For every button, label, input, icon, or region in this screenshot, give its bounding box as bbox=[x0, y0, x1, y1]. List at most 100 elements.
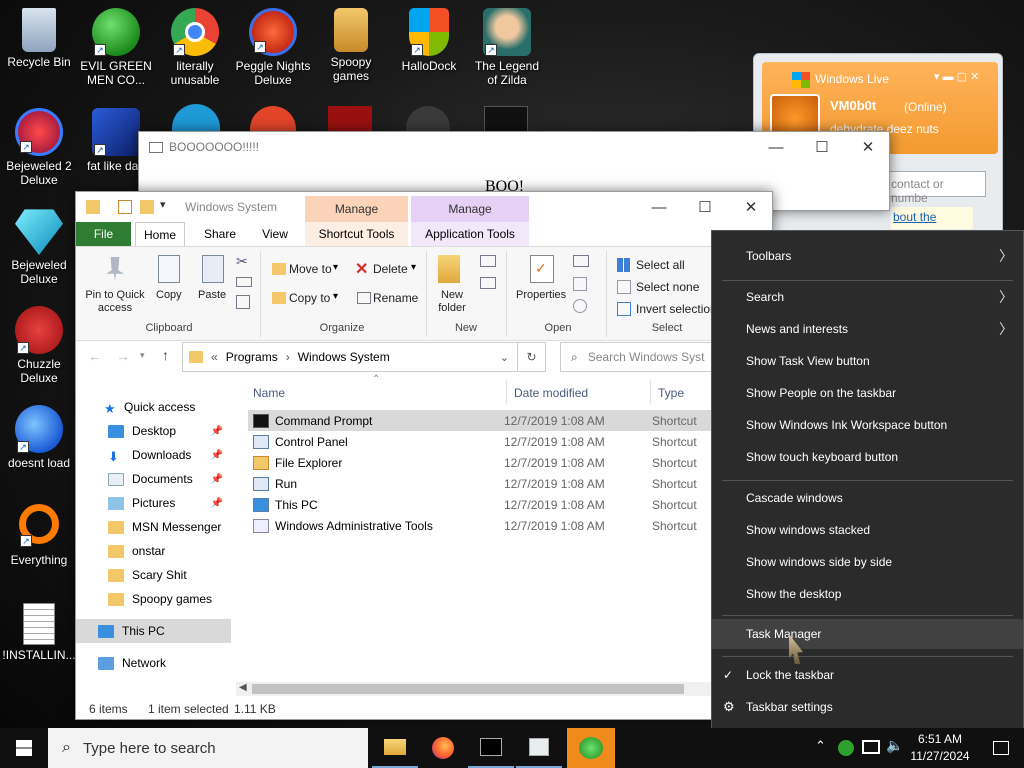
chevron-down-icon[interactable]: ▾ bbox=[411, 262, 416, 273]
desktop-icon-peggle[interactable]: ↗ Peggle Nights Deluxe bbox=[235, 8, 311, 87]
minimize-button[interactable]: — bbox=[753, 132, 799, 162]
menu-item-windows-stacked[interactable]: Show windows stacked bbox=[712, 515, 1023, 545]
minimize-button[interactable]: — bbox=[636, 192, 682, 222]
delete-button[interactable]: Delete bbox=[373, 262, 408, 276]
close-button[interactable]: ✕ bbox=[845, 132, 891, 162]
desktop-icon-chuzzle[interactable]: ↗ Chuzzle Deluxe bbox=[1, 306, 77, 385]
desktop-icon-installing[interactable]: !INSTALLIN... bbox=[1, 603, 77, 662]
new-folder-icon[interactable] bbox=[140, 200, 154, 214]
paste-icon[interactable] bbox=[202, 255, 224, 283]
nav-msn-messenger[interactable]: MSN Messenger bbox=[76, 515, 231, 539]
nav-scary-shit[interactable]: Scary Shit bbox=[76, 563, 231, 587]
scrollbar-thumb[interactable] bbox=[252, 684, 684, 694]
menu-item-show-ink-workspace[interactable]: Show Windows Ink Workspace button bbox=[712, 410, 1023, 440]
close-button[interactable]: ✕ bbox=[728, 192, 774, 222]
menu-item-toolbars[interactable]: Toolbars 〉 bbox=[712, 241, 1023, 271]
menu-item-taskbar-settings[interactable]: ⚙ Taskbar settings bbox=[712, 692, 1023, 722]
up-button[interactable]: ↑ bbox=[162, 347, 169, 363]
taskbar-firefox[interactable] bbox=[420, 728, 466, 768]
pin-icon[interactable] bbox=[106, 257, 124, 281]
vashma-icon[interactable] bbox=[484, 106, 528, 132]
horizontal-scrollbar[interactable]: ◀ bbox=[236, 682, 712, 696]
chevron-down-icon[interactable]: ▾ bbox=[333, 262, 338, 273]
new-folder-icon[interactable] bbox=[438, 255, 460, 283]
tab-file[interactable]: File bbox=[76, 222, 131, 246]
nav-documents[interactable]: Documents 📌 bbox=[76, 467, 231, 491]
new-item-icon[interactable] bbox=[480, 255, 496, 267]
nav-this-pc[interactable]: This PC bbox=[76, 619, 231, 643]
move-to-button[interactable]: Move to bbox=[289, 262, 332, 276]
network-icon[interactable] bbox=[862, 740, 880, 754]
breadcrumb-windows-system[interactable]: Windows System bbox=[298, 350, 390, 364]
menu-item-show-task-view[interactable]: Show Task View button bbox=[712, 346, 1023, 376]
refresh-button[interactable]: ↻ bbox=[518, 342, 546, 372]
show-hidden-icons-button[interactable]: ⌃ bbox=[815, 738, 826, 754]
desktop-icon-spoopy-games[interactable]: Spoopy games bbox=[313, 8, 389, 83]
menu-item-lock-taskbar[interactable]: ✓ Lock the taskbar bbox=[712, 660, 1023, 690]
properties-icon[interactable] bbox=[118, 200, 132, 214]
copy-button[interactable]: Copy bbox=[156, 289, 182, 301]
copy-path-icon[interactable] bbox=[236, 277, 252, 287]
taskbar-boo-app[interactable] bbox=[516, 728, 562, 768]
select-none-button[interactable]: Select none bbox=[636, 280, 699, 294]
column-header-date[interactable]: Date modified bbox=[514, 386, 588, 400]
desktop-icon-doesnt-load[interactable]: ↗ doesnt load bbox=[1, 405, 77, 470]
file-row-run[interactable]: Run 12/7/2019 1:08 AM Shortcut bbox=[248, 473, 712, 494]
recent-locations-button[interactable]: ▾ bbox=[140, 350, 145, 361]
chevron-down-icon[interactable]: ▾ bbox=[333, 291, 338, 302]
maximize-button[interactable]: ☐ bbox=[682, 192, 728, 222]
menu-item-show-desktop[interactable]: Show the desktop bbox=[712, 579, 1023, 609]
tab-home[interactable]: Home bbox=[135, 222, 185, 246]
menu-item-task-manager[interactable]: Task Manager bbox=[712, 619, 1023, 649]
open-icon[interactable] bbox=[573, 255, 589, 267]
menu-item-side-by-side[interactable]: Show windows side by side bbox=[712, 547, 1023, 577]
taskbar-command-prompt[interactable] bbox=[468, 728, 514, 768]
start-button[interactable] bbox=[0, 728, 48, 768]
nav-desktop[interactable]: Desktop 📌 bbox=[76, 419, 231, 443]
menu-item-search[interactable]: Search 〉 bbox=[712, 282, 1023, 312]
messenger-tray-icon[interactable] bbox=[838, 740, 854, 756]
flash-icon[interactable] bbox=[328, 106, 372, 132]
volume-icon[interactable]: 🔈 bbox=[886, 737, 903, 754]
file-row-control-panel[interactable]: Control Panel 12/7/2019 1:08 AM Shortcut bbox=[248, 431, 712, 452]
copy-to-button[interactable]: Copy to bbox=[289, 291, 330, 305]
address-bar[interactable]: « Programs › Windows System ⌄ bbox=[182, 342, 518, 372]
breadcrumb-programs[interactable]: Programs bbox=[226, 350, 278, 364]
paste-shortcut-icon[interactable] bbox=[236, 295, 250, 309]
desktop-icon-chrome[interactable]: ↗ literally unusable bbox=[157, 8, 233, 87]
desktop-icon-legend-of-zilda[interactable]: ↗ The Legend of Zilda bbox=[469, 8, 545, 87]
file-row-command-prompt[interactable]: Command Prompt 12/7/2019 1:08 AM Shortcut bbox=[248, 410, 712, 431]
menu-item-show-people[interactable]: Show People on the taskbar bbox=[712, 378, 1023, 408]
tab-shortcut-tools[interactable]: Shortcut Tools bbox=[305, 222, 408, 246]
messenger-info-link[interactable]: bout the bbox=[891, 207, 973, 229]
tab-view[interactable]: View bbox=[250, 222, 300, 246]
chevron-down-icon[interactable]: ▾ bbox=[160, 198, 166, 211]
clock[interactable]: 6:51 AM 11/27/2024 bbox=[908, 731, 972, 765]
menu-item-show-touch-keyboard[interactable]: Show touch keyboard button bbox=[712, 442, 1023, 472]
desktop-icon-evil-green-men[interactable]: ↗ EVIL GREEN MEN CO... bbox=[78, 8, 154, 87]
nav-network[interactable]: Network bbox=[76, 651, 231, 675]
nav-downloads[interactable]: ⬇ Downloads 📌 bbox=[76, 443, 231, 467]
file-row-this-pc[interactable]: This PC 12/7/2019 1:08 AM Shortcut bbox=[248, 494, 712, 515]
copy-icon[interactable] bbox=[158, 255, 180, 283]
pin-quick-access-button[interactable]: Pin to Quick access bbox=[82, 289, 148, 315]
desktop-icon-everything[interactable]: ↗ Everything bbox=[1, 504, 77, 567]
nav-onstar[interactable]: onstar bbox=[76, 539, 231, 563]
taskbar-file-explorer[interactable] bbox=[372, 728, 418, 768]
desktop-icon-hallodock[interactable]: ↗ HalloDock bbox=[391, 8, 467, 73]
scissors-icon[interactable]: ✂ bbox=[236, 253, 248, 270]
rename-button[interactable]: Rename bbox=[373, 291, 418, 305]
taskbar-search-input[interactable]: Type here to search bbox=[83, 740, 216, 757]
taskbar-search-box[interactable]: ⌕ Type here to search bbox=[48, 728, 368, 768]
properties-button[interactable]: Properties bbox=[516, 289, 566, 301]
maximize-button[interactable]: ☐ bbox=[799, 132, 845, 162]
invert-selection-button[interactable]: Invert selection bbox=[636, 302, 717, 316]
properties-icon[interactable]: ✓ bbox=[530, 255, 554, 283]
desktop-icon-bejeweled-2[interactable]: ↗ Bejeweled 2 Deluxe bbox=[1, 108, 77, 187]
paste-button[interactable]: Paste bbox=[198, 289, 226, 301]
easy-access-icon[interactable] bbox=[480, 277, 496, 289]
peggle-deluxe-icon[interactable] bbox=[250, 106, 296, 132]
messenger-controls[interactable]: ▾ ▬ ▢ ✕ bbox=[934, 70, 979, 83]
edge-icon[interactable] bbox=[172, 104, 220, 132]
file-explorer-window[interactable]: ▾ Windows System Manage Manage — ☐ ✕ Fil… bbox=[75, 191, 773, 720]
